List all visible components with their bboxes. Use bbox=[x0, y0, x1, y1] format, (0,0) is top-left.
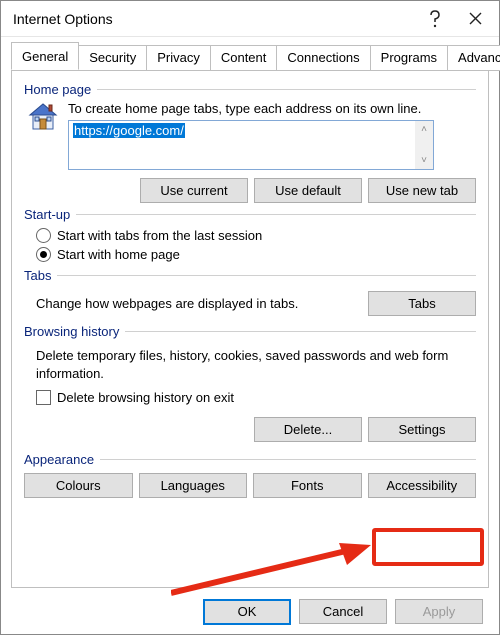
startup-option-last-session[interactable]: Start with tabs from the last session bbox=[24, 226, 476, 245]
homepage-scrollbar[interactable]: ˄ ˅ bbox=[415, 121, 433, 169]
radio-icon bbox=[36, 247, 51, 262]
home-icon bbox=[24, 101, 60, 135]
close-button[interactable] bbox=[455, 1, 495, 37]
tabs-group: Tabs Change how webpages are displayed i… bbox=[24, 268, 476, 320]
use-current-button[interactable]: Use current bbox=[140, 178, 248, 203]
tab-strip: General Security Privacy Content Connect… bbox=[11, 42, 489, 71]
startup-group-label: Start-up bbox=[24, 207, 76, 222]
title-bar: Internet Options bbox=[1, 1, 499, 37]
delete-on-exit-checkbox[interactable]: Delete browsing history on exit bbox=[24, 388, 476, 407]
appearance-group: Appearance Colours Languages Fonts Acces… bbox=[24, 452, 476, 498]
homepage-group: Home page To create home page tabs, type bbox=[24, 82, 476, 203]
startup-option-label: Start with tabs from the last session bbox=[57, 228, 262, 243]
startup-group: Start-up Start with tabs from the last s… bbox=[24, 207, 476, 264]
tab-security[interactable]: Security bbox=[79, 45, 147, 71]
browsing-history-group-label: Browsing history bbox=[24, 324, 125, 339]
scroll-down-icon[interactable]: ˅ bbox=[421, 155, 427, 166]
homepage-hint: To create home page tabs, type each addr… bbox=[68, 101, 476, 116]
delete-button[interactable]: Delete... bbox=[254, 417, 362, 442]
browsing-history-text: Delete temporary files, history, cookies… bbox=[24, 343, 476, 388]
dialog-button-row: OK Cancel Apply bbox=[203, 599, 483, 625]
startup-option-label: Start with home page bbox=[57, 247, 180, 262]
tab-content[interactable]: Content bbox=[211, 45, 278, 71]
help-button[interactable] bbox=[415, 1, 455, 37]
browsing-history-group: Browsing history Delete temporary files,… bbox=[24, 324, 476, 442]
cancel-button[interactable]: Cancel bbox=[299, 599, 387, 624]
tab-advanced[interactable]: Advanced bbox=[448, 45, 500, 71]
homepage-group-label: Home page bbox=[24, 82, 97, 97]
fonts-button[interactable]: Fonts bbox=[253, 473, 362, 498]
ok-button[interactable]: OK bbox=[203, 599, 291, 625]
use-new-tab-button[interactable]: Use new tab bbox=[368, 178, 476, 203]
appearance-group-label: Appearance bbox=[24, 452, 100, 467]
startup-option-home-page[interactable]: Start with home page bbox=[24, 245, 476, 264]
use-default-button[interactable]: Use default bbox=[254, 178, 362, 203]
divider bbox=[97, 89, 476, 90]
tabs-group-text: Change how webpages are displayed in tab… bbox=[36, 296, 358, 311]
apply-button[interactable]: Apply bbox=[395, 599, 483, 624]
checkbox-icon bbox=[36, 390, 51, 405]
divider bbox=[100, 459, 476, 460]
scroll-up-icon[interactable]: ˄ bbox=[421, 124, 427, 135]
delete-on-exit-label: Delete browsing history on exit bbox=[57, 390, 234, 405]
homepage-value: https://google.com/ bbox=[73, 123, 185, 138]
tab-programs[interactable]: Programs bbox=[371, 45, 448, 71]
tab-general[interactable]: General bbox=[11, 42, 79, 70]
divider bbox=[125, 331, 476, 332]
tabs-button[interactable]: Tabs bbox=[368, 291, 476, 316]
window-title: Internet Options bbox=[13, 11, 415, 27]
languages-button[interactable]: Languages bbox=[139, 473, 248, 498]
tabs-group-label: Tabs bbox=[24, 268, 57, 283]
divider bbox=[57, 275, 476, 276]
radio-icon bbox=[36, 228, 51, 243]
colours-button[interactable]: Colours bbox=[24, 473, 133, 498]
homepage-textarea[interactable]: https://google.com/ ˄ ˅ bbox=[68, 120, 434, 170]
settings-button[interactable]: Settings bbox=[368, 417, 476, 442]
general-panel: Home page To create home page tabs, type bbox=[11, 70, 489, 588]
tab-connections[interactable]: Connections bbox=[277, 45, 370, 71]
accessibility-button[interactable]: Accessibility bbox=[368, 473, 477, 498]
tab-privacy[interactable]: Privacy bbox=[147, 45, 211, 71]
divider bbox=[76, 214, 476, 215]
